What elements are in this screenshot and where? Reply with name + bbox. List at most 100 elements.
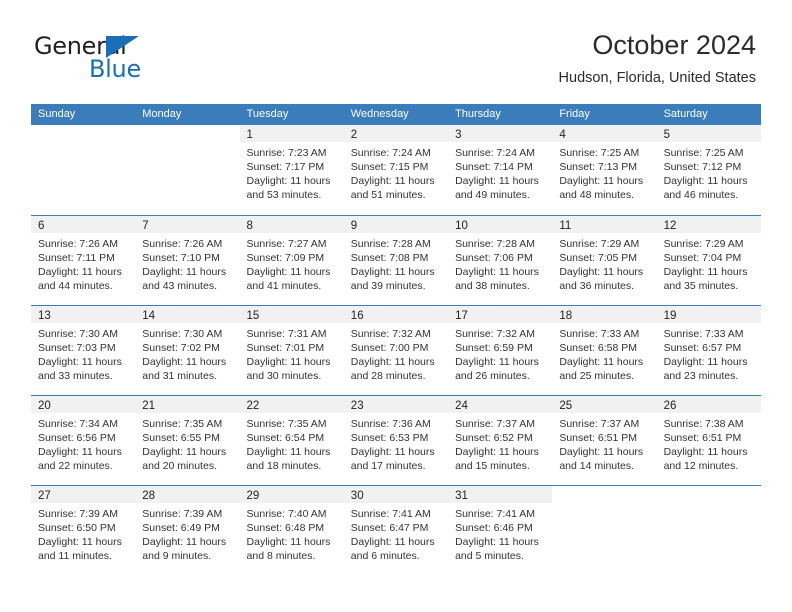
- sunrise-text: Sunrise: 7:25 AM: [559, 147, 640, 159]
- day-number: 31: [455, 490, 468, 502]
- daylight-text-line2: and 46 minutes.: [663, 189, 739, 201]
- calendar-page: General Blue October 2024 Hudson, Florid…: [0, 0, 792, 612]
- calendar-day-cell[interactable]: 8 Sunrise: 7:27 AM Sunset: 7:09 PM Daylight…: [239, 216, 344, 305]
- sunrise-text: Sunrise: 7:32 AM: [350, 328, 431, 340]
- sunrise-text: Sunrise: 7:38 AM: [663, 418, 744, 430]
- daylight-text-line2: and 14 minutes.: [559, 460, 635, 472]
- day-number-band: 7: [135, 216, 240, 233]
- sunset-text: Sunset: 7:11 PM: [38, 252, 115, 264]
- daylight-text-line1: Daylight: 11 hours: [246, 356, 331, 368]
- day-sun-info: Sunrise: 7:30 AM Sunset: 7:03 PM Daylight:…: [31, 323, 135, 383]
- sunrise-text: Sunrise: 7:37 AM: [455, 418, 536, 430]
- day-sun-info: Sunrise: 7:37 AM Sunset: 6:51 PM Daylight:…: [552, 413, 656, 473]
- dow-header-friday: Friday: [559, 108, 590, 120]
- day-number-band: 23: [343, 396, 449, 413]
- day-number-band: 31: [448, 486, 553, 503]
- daylight-text-line2: and 41 minutes.: [246, 280, 322, 292]
- sunset-text: Sunset: 7:14 PM: [455, 161, 533, 173]
- sunset-text: Sunset: 6:46 PM: [455, 522, 533, 534]
- calendar-day-cell[interactable]: 21 Sunrise: 7:35 AM Sunset: 6:55 PM Dayligh…: [135, 396, 240, 485]
- day-sun-info: Sunrise: 7:28 AM Sunset: 7:06 PM Daylight:…: [448, 233, 552, 293]
- daylight-text-line2: and 26 minutes.: [455, 370, 530, 382]
- day-sun-info: Sunrise: 7:29 AM Sunset: 7:05 PM Daylight:…: [552, 233, 656, 293]
- day-number-band: [657, 486, 761, 503]
- calendar-day-cell[interactable]: 15 Sunrise: 7:31 AM Sunset: 7:01 PM Dayligh…: [239, 306, 344, 395]
- daylight-text-line1: Daylight: 11 hours: [142, 446, 227, 458]
- calendar-day-cell[interactable]: 18 Sunrise: 7:33 AM Sunset: 6:58 PM Dayligh…: [552, 306, 657, 395]
- daylight-text-line2: and 20 minutes.: [142, 460, 217, 472]
- day-sun-info: Sunrise: 7:23 AM Sunset: 7:17 PM Daylight:…: [240, 142, 344, 202]
- day-sun-info: Sunrise: 7:24 AM Sunset: 7:15 PM Daylight:…: [344, 142, 448, 202]
- daylight-text-line2: and 22 minutes.: [38, 460, 113, 472]
- calendar-day-cell[interactable]: 29 Sunrise: 7:40 AM Sunset: 6:48 PM Dayligh…: [239, 486, 344, 575]
- calendar-grid: Sunday Monday Tuesday Wednesday Thursday…: [31, 104, 761, 575]
- daylight-text-line2: and 39 minutes.: [350, 280, 426, 292]
- calendar-day-cell-empty: [31, 125, 136, 215]
- calendar-day-cell[interactable]: 1 Sunrise: 7:23 AM Sunset: 7:17 PM Daylight…: [239, 125, 344, 215]
- day-number-band: 21: [135, 396, 240, 413]
- day-number-band: 24: [448, 396, 553, 413]
- day-number: 15: [246, 310, 260, 322]
- daylight-text-line1: Daylight: 11 hours: [663, 175, 748, 187]
- daylight-text-line1: Daylight: 11 hours: [142, 266, 227, 278]
- day-number: 30: [350, 490, 364, 502]
- day-number: 24: [455, 400, 468, 412]
- day-sun-info: Sunrise: 7:32 AM Sunset: 7:00 PM Daylight:…: [344, 323, 448, 383]
- sunrise-text: Sunrise: 7:25 AM: [663, 147, 744, 159]
- calendar-day-cell[interactable]: 20 Sunrise: 7:34 AM Sunset: 6:56 PM Dayligh…: [31, 396, 136, 485]
- sunrise-text: Sunrise: 7:24 AM: [350, 147, 431, 159]
- calendar-day-cell[interactable]: 16 Sunrise: 7:32 AM Sunset: 7:00 PM Dayligh…: [343, 306, 449, 395]
- day-sun-info: Sunrise: 7:24 AM Sunset: 7:14 PM Daylight:…: [448, 142, 552, 202]
- calendar-day-cell[interactable]: 13 Sunrise: 7:30 AM Sunset: 7:03 PM Dayligh…: [31, 306, 136, 395]
- calendar-day-cell[interactable]: 5 Sunrise: 7:25 AM Sunset: 7:12 PM Daylight…: [656, 125, 761, 215]
- day-number: 29: [246, 490, 260, 502]
- day-number-band: 26: [656, 396, 761, 413]
- sunset-text: Sunset: 6:51 PM: [559, 432, 637, 444]
- dow-header-monday: Monday: [142, 108, 182, 120]
- calendar-day-cell[interactable]: 28 Sunrise: 7:39 AM Sunset: 6:49 PM Dayligh…: [135, 486, 240, 575]
- daylight-text-line1: Daylight: 11 hours: [142, 356, 227, 368]
- sunrise-text: Sunrise: 7:24 AM: [455, 147, 536, 159]
- sunrise-text: Sunrise: 7:34 AM: [38, 418, 118, 430]
- calendar-day-cell[interactable]: 27 Sunrise: 7:39 AM Sunset: 6:50 PM Dayligh…: [31, 486, 136, 575]
- calendar-day-cell[interactable]: 11 Sunrise: 7:29 AM Sunset: 7:05 PM Dayligh…: [552, 216, 657, 305]
- calendar-day-cell[interactable]: 31 Sunrise: 7:41 AM Sunset: 6:46 PM Dayligh…: [448, 486, 553, 575]
- daylight-text-line2: and 31 minutes.: [142, 370, 217, 382]
- general-blue-logo[interactable]: General Blue: [34, 32, 174, 88]
- calendar-day-cell[interactable]: 6 Sunrise: 7:26 AM Sunset: 7:11 PM Daylight…: [31, 216, 136, 305]
- calendar-day-cell[interactable]: 26 Sunrise: 7:38 AM Sunset: 6:51 PM Dayligh…: [656, 396, 761, 485]
- sunrise-text: Sunrise: 7:41 AM: [350, 508, 431, 520]
- day-sun-info: Sunrise: 7:40 AM Sunset: 6:48 PM Daylight:…: [240, 503, 344, 563]
- daylight-text-line1: Daylight: 11 hours: [559, 175, 644, 187]
- calendar-day-cell[interactable]: 23 Sunrise: 7:36 AM Sunset: 6:53 PM Dayligh…: [343, 396, 449, 485]
- calendar-day-cell[interactable]: 24 Sunrise: 7:37 AM Sunset: 6:52 PM Dayligh…: [448, 396, 553, 485]
- day-number-band: 4: [552, 125, 657, 142]
- daylight-text-line1: Daylight: 11 hours: [455, 446, 539, 458]
- daylight-text-line1: Daylight: 11 hours: [350, 536, 435, 548]
- calendar-day-cell[interactable]: 17 Sunrise: 7:32 AM Sunset: 6:59 PM Dayligh…: [448, 306, 553, 395]
- title-block: October 2024 Hudson, Florida, United Sta…: [559, 28, 756, 88]
- calendar-day-cell[interactable]: 2 Sunrise: 7:24 AM Sunset: 7:15 PM Daylight…: [343, 125, 449, 215]
- day-number: 27: [38, 490, 51, 502]
- sunset-text: Sunset: 7:10 PM: [142, 252, 220, 264]
- calendar-day-cell[interactable]: 22 Sunrise: 7:35 AM Sunset: 6:54 PM Dayligh…: [239, 396, 344, 485]
- calendar-day-cell[interactable]: 10 Sunrise: 7:28 AM Sunset: 7:06 PM Dayligh…: [448, 216, 553, 305]
- sunset-text: Sunset: 6:54 PM: [246, 432, 325, 444]
- calendar-day-cell[interactable]: 7 Sunrise: 7:26 AM Sunset: 7:10 PM Daylight…: [135, 216, 240, 305]
- day-number: 4: [559, 129, 566, 141]
- daylight-text-line1: Daylight: 11 hours: [38, 536, 122, 548]
- calendar-day-cell[interactable]: 19 Sunrise: 7:33 AM Sunset: 6:57 PM Dayligh…: [656, 306, 761, 395]
- day-number: 9: [350, 220, 358, 232]
- calendar-day-cell[interactable]: 4 Sunrise: 7:25 AM Sunset: 7:13 PM Daylight…: [552, 125, 657, 215]
- calendar-day-cell[interactable]: 30 Sunrise: 7:41 AM Sunset: 6:47 PM Dayligh…: [343, 486, 449, 575]
- calendar-day-cell[interactable]: 14 Sunrise: 7:30 AM Sunset: 7:02 PM Dayligh…: [135, 306, 240, 395]
- calendar-day-cell[interactable]: 12 Sunrise: 7:29 AM Sunset: 7:04 PM Dayligh…: [656, 216, 761, 305]
- calendar-day-cell[interactable]: 25 Sunrise: 7:37 AM Sunset: 6:51 PM Dayligh…: [552, 396, 657, 485]
- daylight-text-line1: Daylight: 11 hours: [142, 536, 227, 548]
- day-number: 17: [455, 310, 468, 322]
- daylight-text-line2: and 33 minutes.: [38, 370, 113, 382]
- sunrise-text: Sunrise: 7:36 AM: [350, 418, 431, 430]
- sunset-text: Sunset: 6:49 PM: [142, 522, 220, 534]
- calendar-day-cell[interactable]: 3 Sunrise: 7:24 AM Sunset: 7:14 PM Daylight…: [448, 125, 553, 215]
- calendar-day-cell[interactable]: 9 Sunrise: 7:28 AM Sunset: 7:08 PM Daylight…: [343, 216, 449, 305]
